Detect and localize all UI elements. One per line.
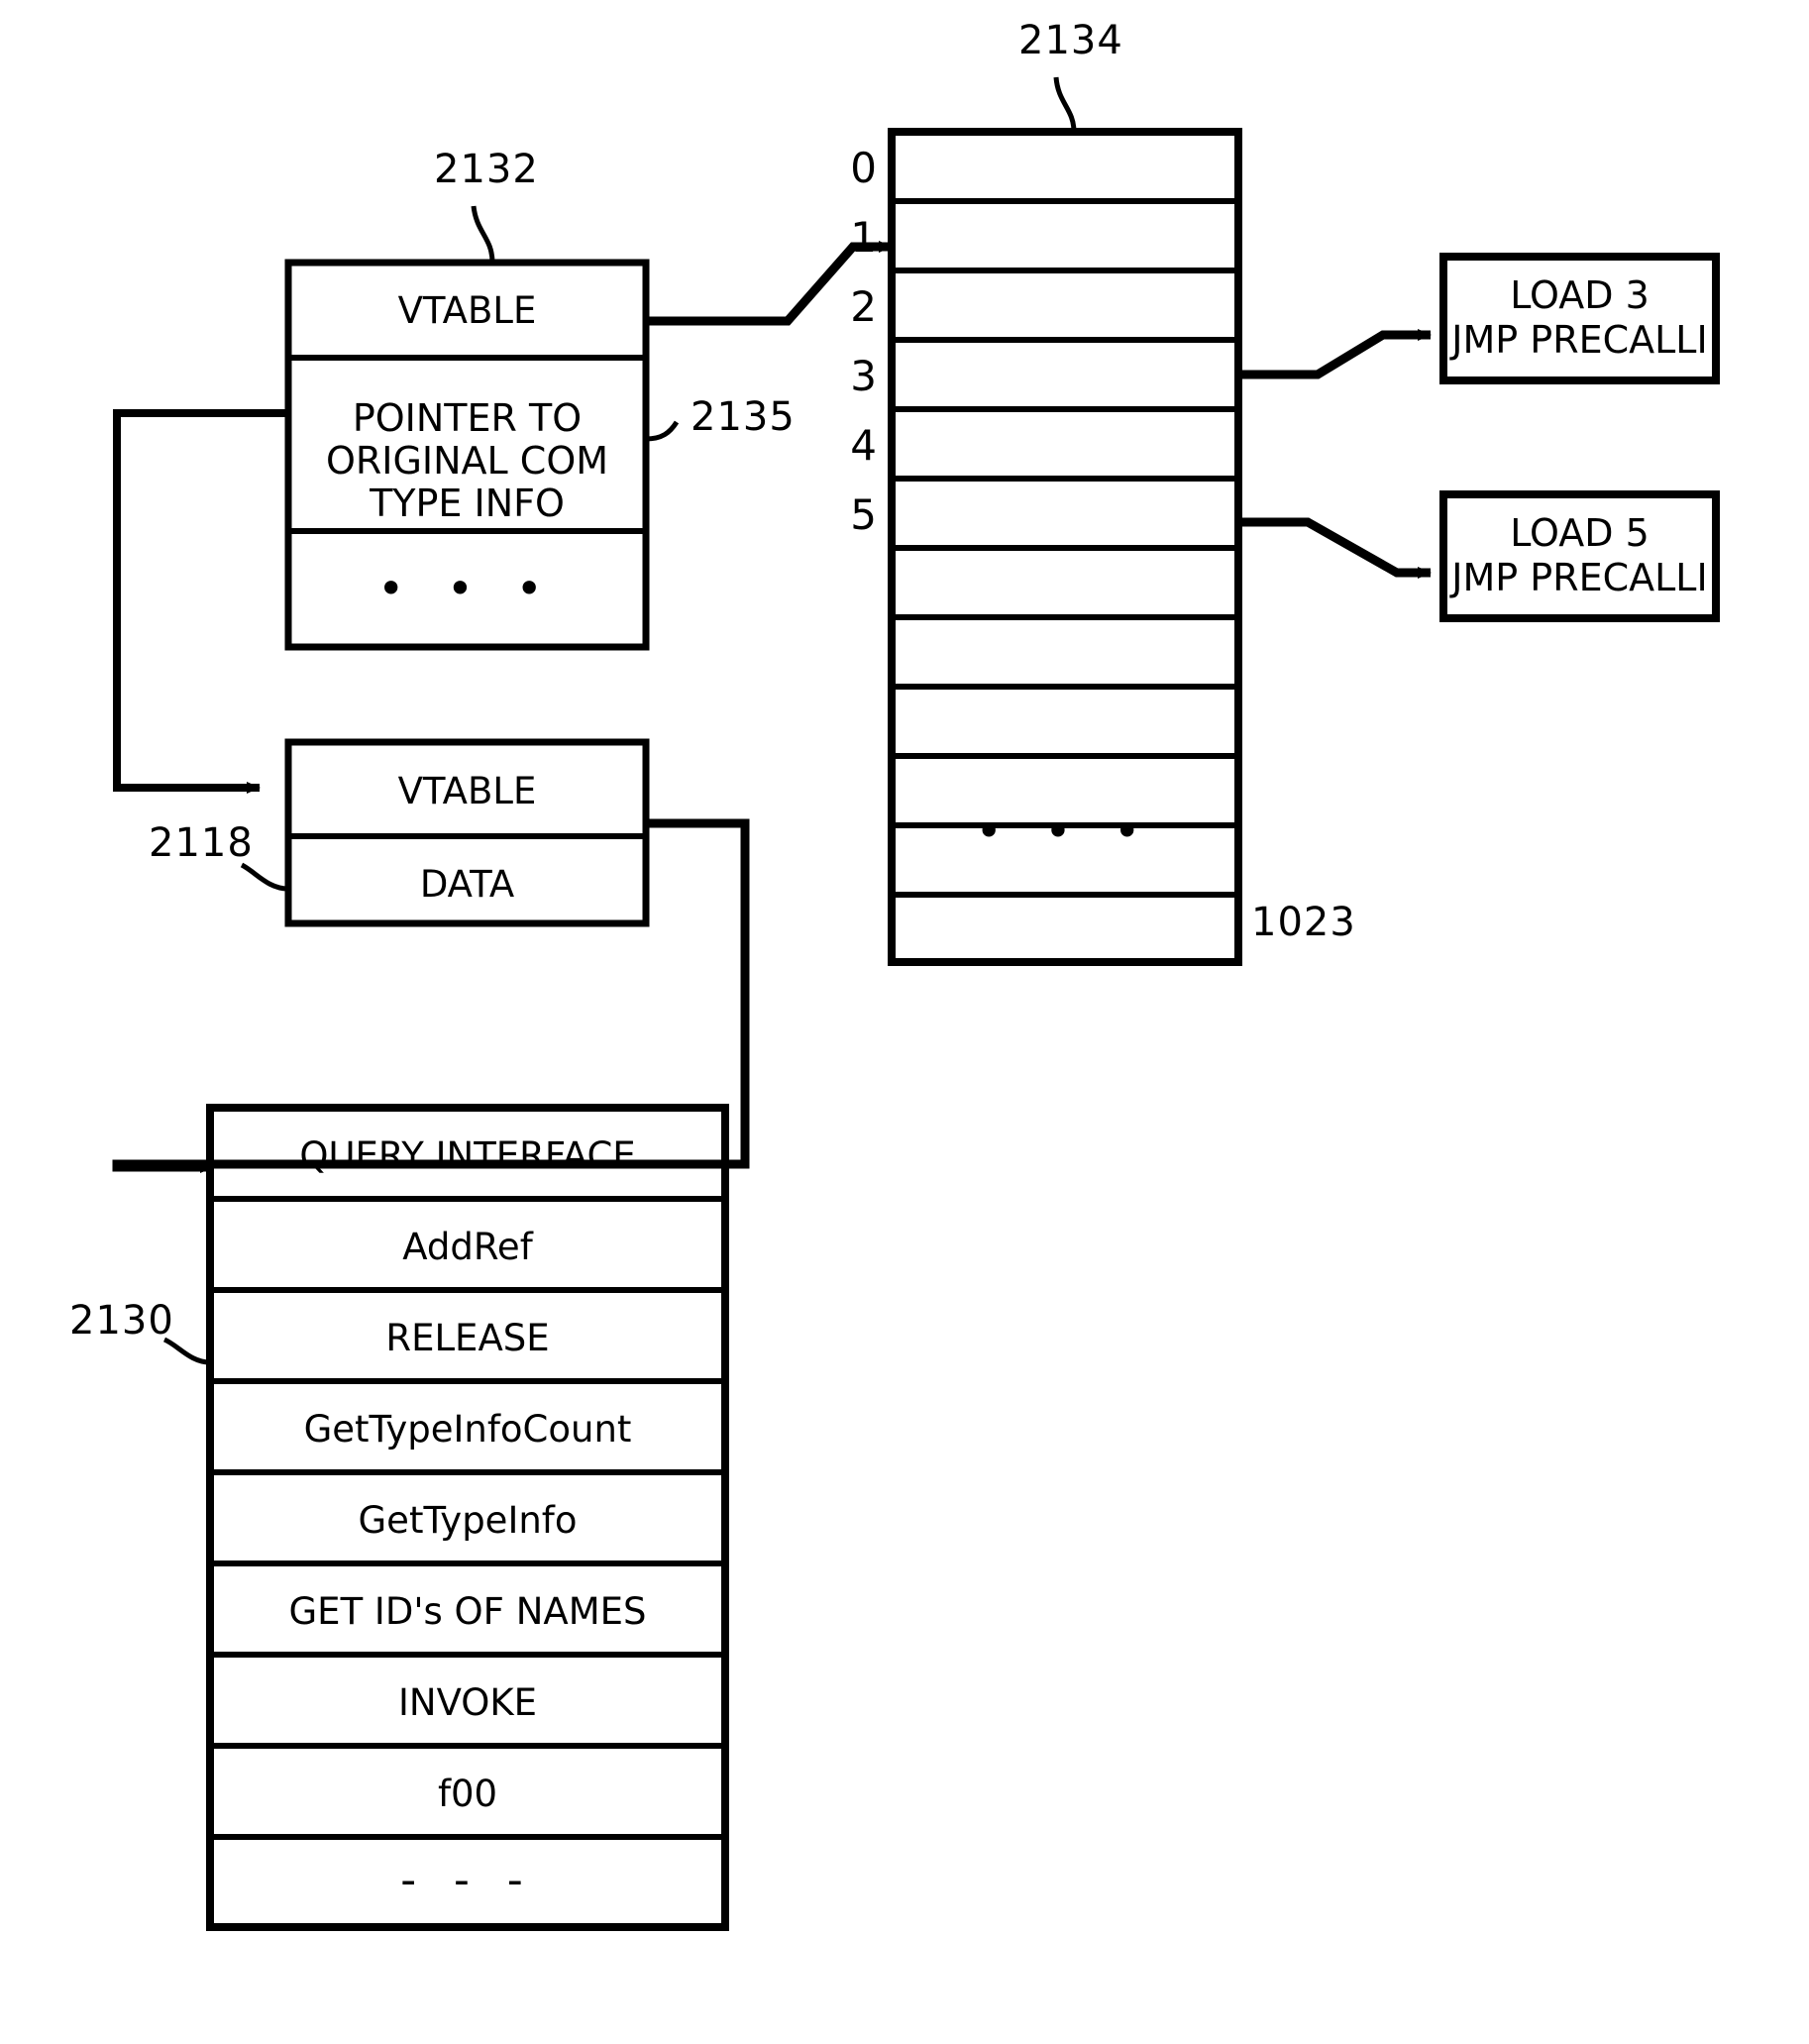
proxy-vtable-pointer-line3: TYPE INFO [370, 482, 565, 525]
ref-numeral-2132: 2132 [434, 147, 539, 192]
thunk-index-5: 5 [850, 490, 877, 539]
load5-line1: LOAD 5 [1510, 511, 1649, 555]
thunk-index-2: 2 [850, 282, 877, 331]
method-row-f00: f00 [437, 1773, 498, 1815]
thunk-table-ellipsis: • • • [975, 805, 1155, 858]
method-row-get-ids-of-names: GET ID's OF NAMES [288, 1590, 647, 1633]
figure-canvas: 2134 2132 2135 2118 2130 1023 VTABLE POI… [0, 0, 1809, 2044]
connector-proxy-to-object [113, 409, 288, 794]
ref-numeral-2135: 2135 [691, 394, 796, 440]
object-data-label: DATA [419, 863, 515, 906]
leader-2132 [471, 205, 495, 264]
thunk-index-3: 3 [850, 352, 877, 400]
object-vtable-label: VTABLE [397, 770, 537, 812]
ref-numeral-2130: 2130 [69, 1298, 174, 1344]
thunk-index-4: 4 [850, 421, 877, 470]
connector-row3-to-load3 [1238, 329, 1432, 379]
method-row-gettypeinfo: GetTypeInfo [358, 1499, 578, 1542]
thunk-index-0: 0 [850, 144, 877, 192]
method-row-invoke: INVOKE [397, 1681, 537, 1724]
proxy-vtable-pointer-line1: POINTER TO [352, 396, 583, 440]
method-row-query-interface: QUERY INTERFACE [299, 1134, 636, 1177]
load5-line2: JMP PRECALLI [1451, 556, 1708, 599]
load3-line1: LOAD 3 [1510, 273, 1649, 317]
proxy-vtable-ellipsis: • • • [377, 562, 557, 615]
leader-2135 [645, 420, 680, 442]
ref-numeral-1023: 1023 [1251, 900, 1356, 945]
method-row-continuation: - - - [400, 1855, 535, 1905]
leader-2118 [240, 862, 289, 892]
leader-2134 [1053, 76, 1077, 133]
method-row-addref: AddRef [402, 1226, 533, 1268]
ref-numeral-2118: 2118 [149, 820, 254, 866]
ref-numeral-2134: 2134 [1018, 18, 1123, 63]
load3-line2: JMP PRECALLI [1451, 318, 1708, 362]
proxy-vtable-pointer-line2: ORIGINAL COM [325, 439, 609, 483]
method-row-release: RELEASE [385, 1317, 550, 1359]
thunk-index-1: 1 [850, 213, 877, 262]
proxy-vtable-header-label: VTABLE [397, 289, 537, 332]
method-row-gettypeinfocount: GetTypeInfoCount [303, 1408, 632, 1451]
connector-row5-to-load5 [1238, 517, 1432, 579]
